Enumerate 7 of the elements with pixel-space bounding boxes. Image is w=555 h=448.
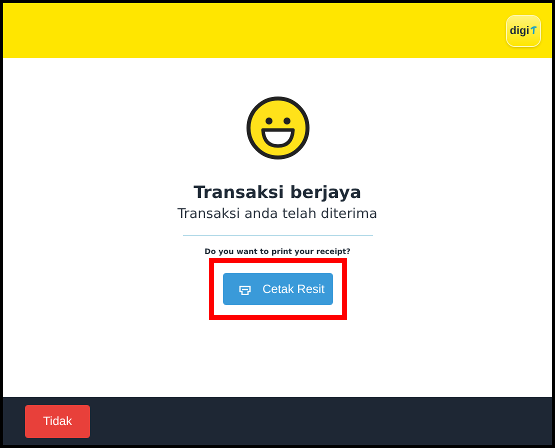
success-message: Transaksi anda telah diterima	[178, 205, 378, 223]
digi-logo: digi	[507, 16, 540, 46]
printer-icon	[238, 284, 250, 294]
success-title: Transaksi berjaya	[194, 183, 362, 203]
no-button[interactable]: Tidak	[25, 404, 90, 438]
print-receipt-button[interactable]: Cetak Resit	[222, 273, 332, 305]
smiley-face-icon	[246, 96, 310, 160]
